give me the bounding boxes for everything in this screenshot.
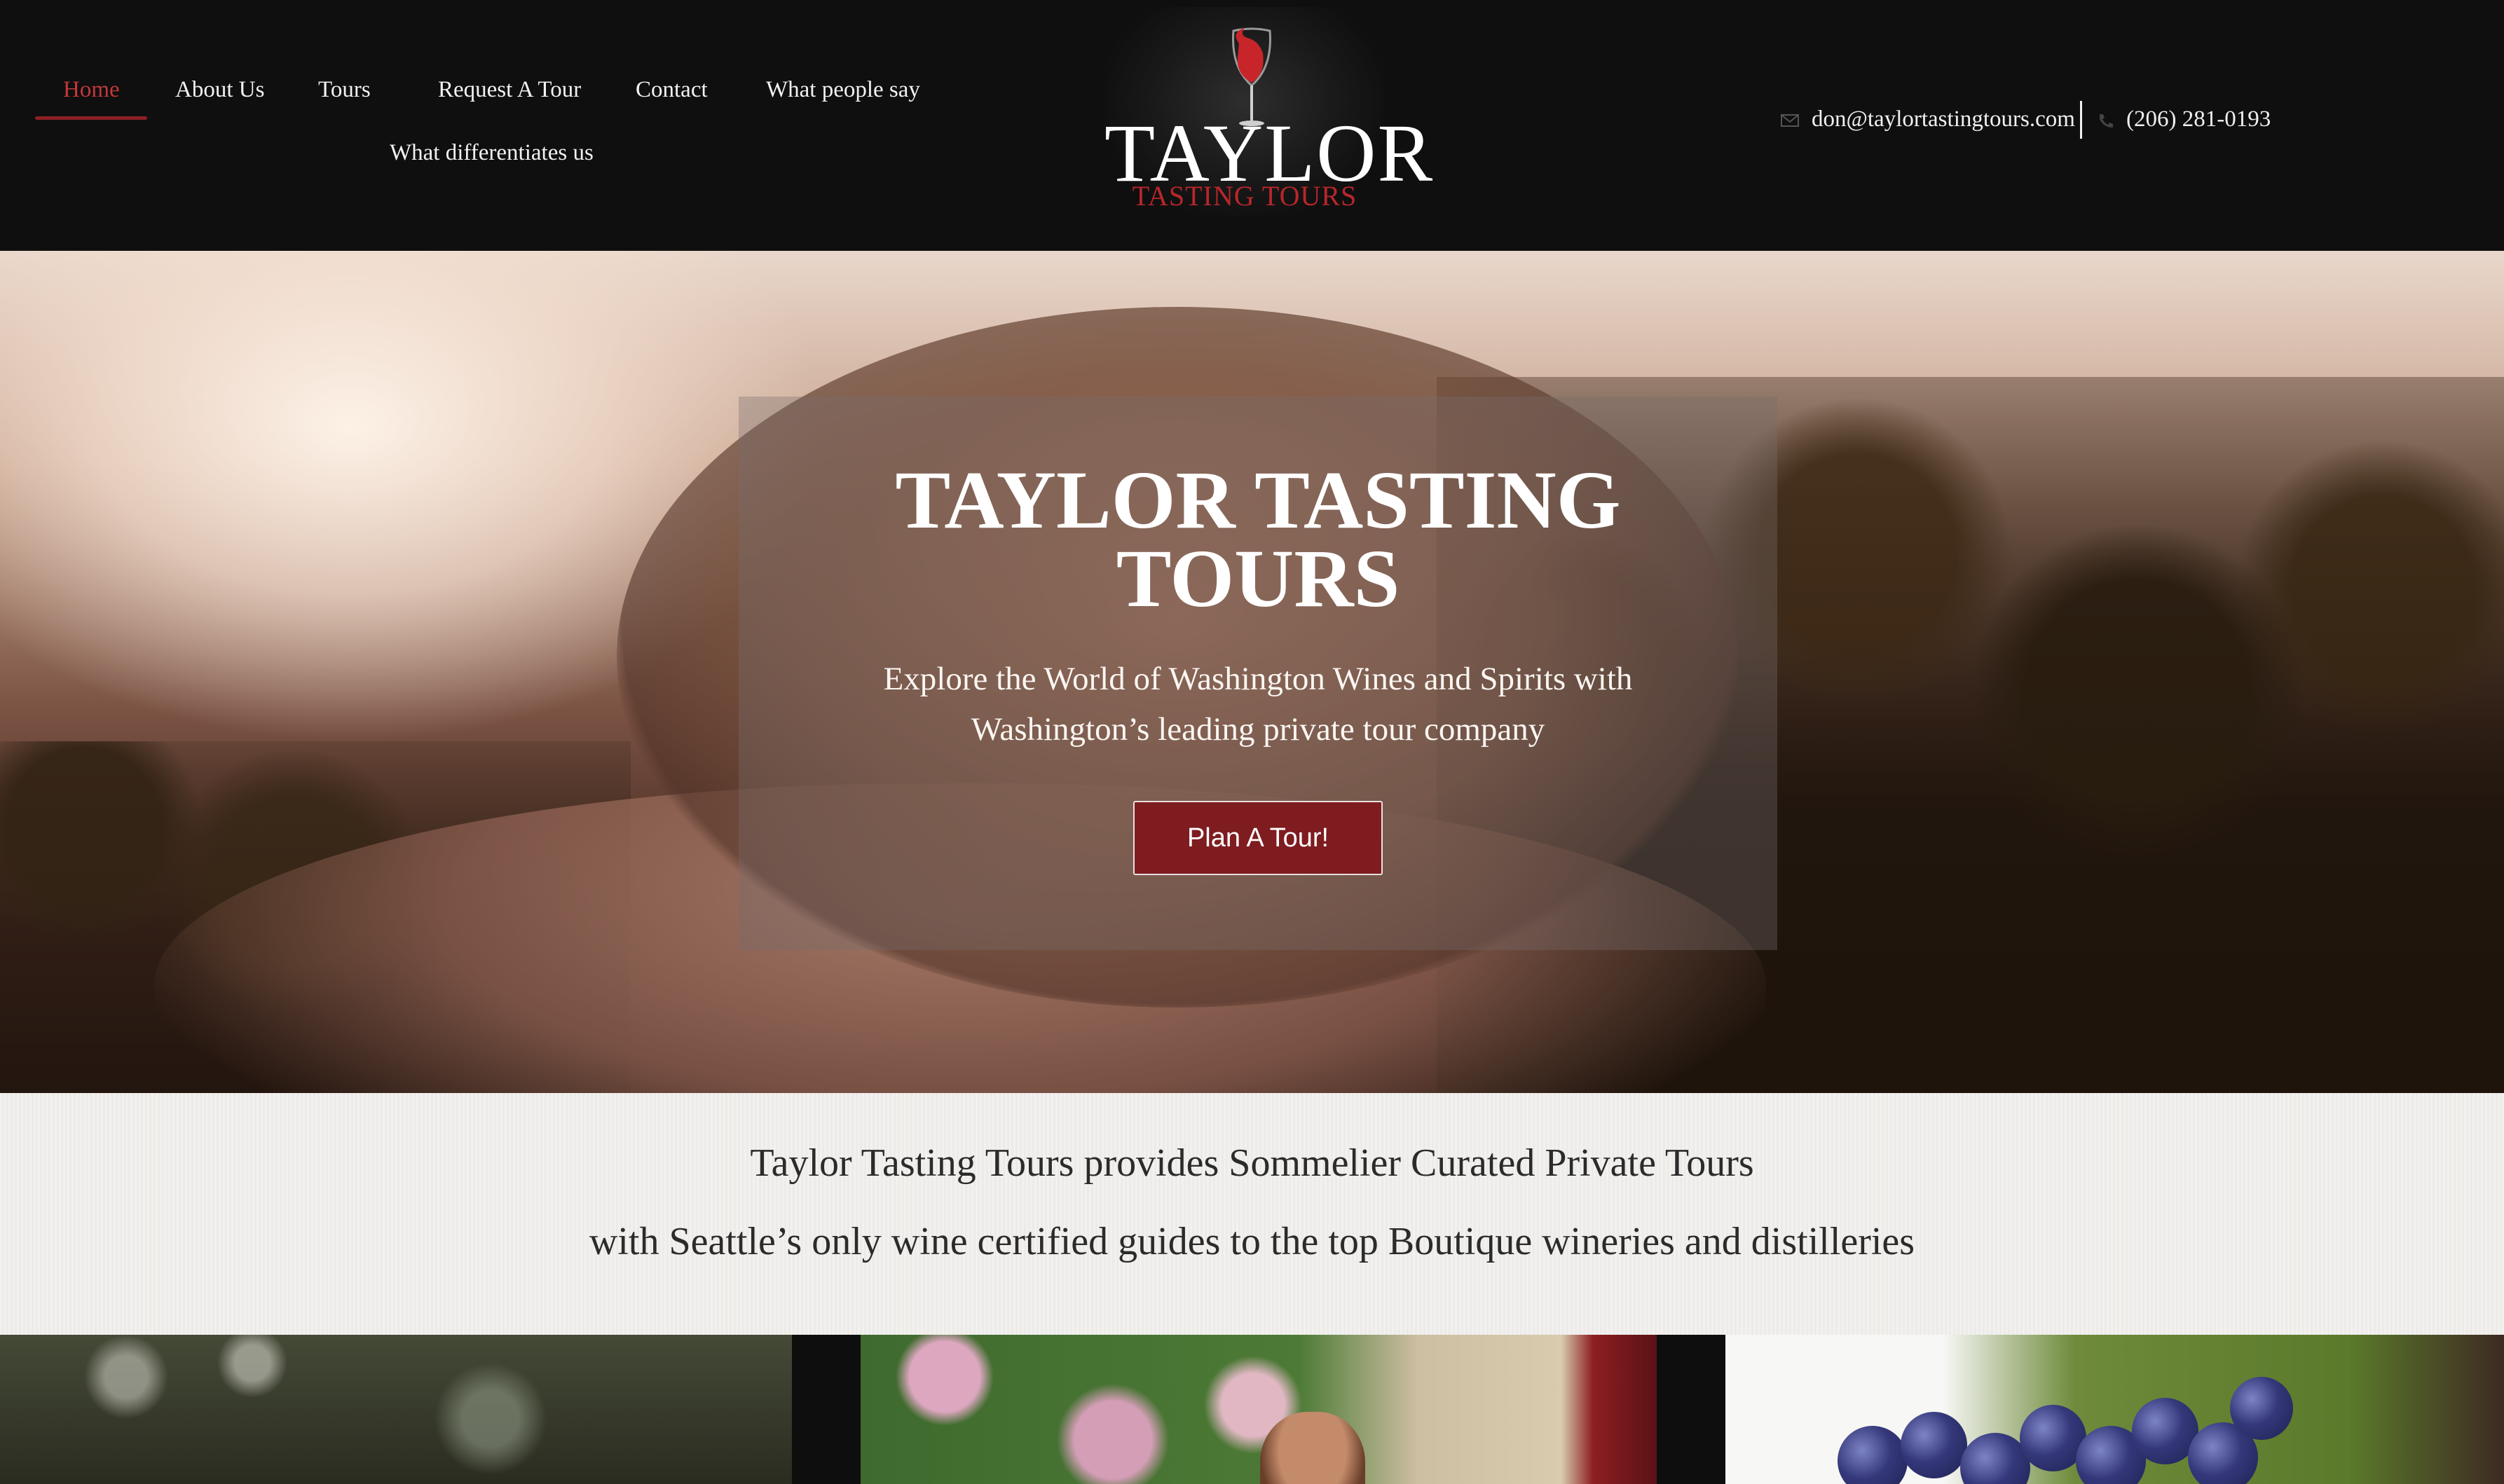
logo-tagline: TASTING TOURS bbox=[1132, 180, 1357, 212]
hero-title: TAYLOR TASTING TOURS bbox=[739, 459, 1777, 620]
intro-line-2: with Seattle’s only wine certified guide… bbox=[589, 1220, 1915, 1263]
nav-about-us[interactable]: About Us bbox=[175, 77, 264, 103]
phone-icon bbox=[2100, 114, 2113, 128]
hero-title-line2: TOURS bbox=[1116, 533, 1400, 624]
contact-divider bbox=[2080, 101, 2082, 139]
grape bbox=[2230, 1377, 2293, 1440]
intro-line-1: Taylor Tasting Tours provides Sommelier … bbox=[750, 1141, 1754, 1185]
intro-section: Taylor Tasting Tours provides Sommelier … bbox=[0, 1093, 2504, 1335]
feature-card-guide[interactable] bbox=[861, 1335, 1657, 1484]
nav-active-indicator bbox=[35, 116, 147, 120]
plan-a-tour-button[interactable]: Plan A Tour! bbox=[1133, 801, 1383, 875]
grape bbox=[1838, 1426, 1908, 1484]
nav-what-differentiates-us[interactable]: What differentiates us bbox=[390, 140, 594, 166]
hero-subtitle: Explore the World of Washington Wines an… bbox=[739, 654, 1777, 755]
site-logo[interactable]: TAYLOR TASTING TOURS bbox=[1104, 7, 1432, 217]
hero-subtitle-line1: Explore the World of Washington Wines an… bbox=[883, 661, 1633, 697]
nav-what-people-say[interactable]: What people say bbox=[766, 77, 920, 103]
hero-banner: TAYLOR TASTING TOURS Explore the World o… bbox=[0, 251, 2504, 1093]
nav-tours[interactable]: Tours bbox=[318, 77, 371, 103]
grape bbox=[1901, 1412, 1967, 1478]
contact-email-link[interactable]: don@taylortastingtours.com bbox=[1812, 107, 2075, 132]
site-header: Home About Us Tours Request A Tour Conta… bbox=[0, 0, 2504, 251]
feature-card-grapes[interactable] bbox=[1725, 1335, 2504, 1484]
guide-portrait bbox=[1260, 1412, 1365, 1484]
hero-subtitle-line2: Washington’s leading private tour compan… bbox=[971, 711, 1545, 748]
feature-card-vineyard[interactable] bbox=[0, 1335, 792, 1484]
envelope-icon bbox=[1781, 114, 1799, 127]
nav-home[interactable]: Home bbox=[63, 77, 120, 103]
contact-phone-link[interactable]: (206) 281-0193 bbox=[2126, 107, 2271, 132]
nav-request-a-tour[interactable]: Request A Tour bbox=[438, 77, 581, 103]
nav-contact[interactable]: Contact bbox=[636, 77, 708, 103]
